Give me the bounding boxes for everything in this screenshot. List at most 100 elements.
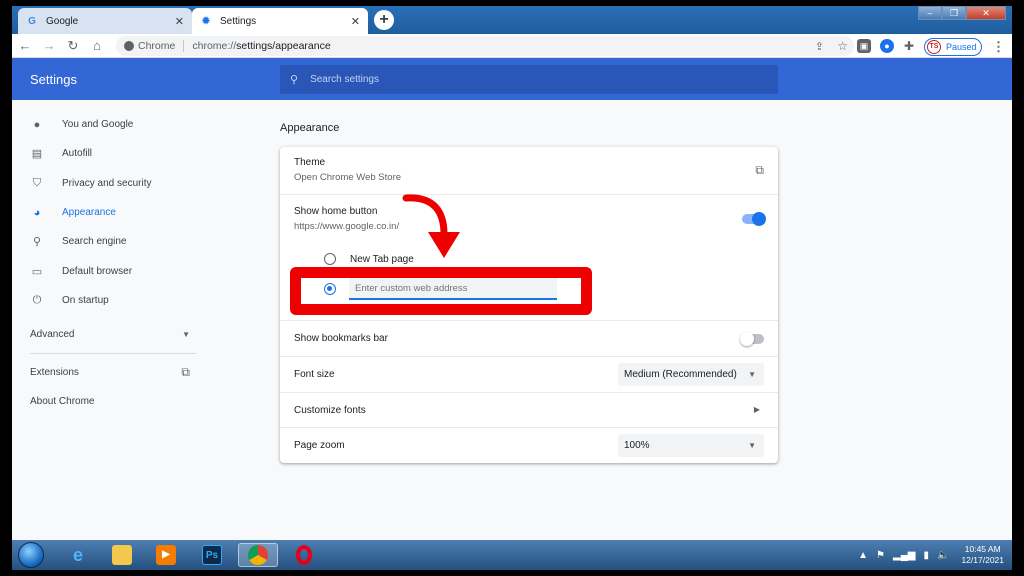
opera-icon[interactable] — [284, 543, 324, 567]
sidebar-item-autofill[interactable]: ▤ Autofill — [12, 139, 202, 168]
bookmarks-bar-row[interactable]: Show bookmarks bar — [280, 320, 778, 356]
sidebar-item-label: Default browser — [62, 265, 133, 277]
home-icon[interactable]: ⌂ — [86, 35, 108, 57]
customize-fonts-row[interactable]: Customize fonts ▶ — [280, 392, 778, 427]
clock[interactable]: 10:45 AM 12/17/2021 — [961, 544, 1004, 566]
sidebar-item-privacy[interactable]: ⛉ Privacy and security — [12, 169, 202, 198]
settings-header: Settings ⚲ Search settings — [12, 58, 1012, 100]
sidebar-item-search-engine[interactable]: ⚲ Search engine — [12, 227, 202, 256]
tab-settings[interactable]: ✹ Settings ✕ — [192, 8, 368, 34]
advanced-toggle[interactable]: Advanced ▼ — [12, 319, 202, 349]
back-arrow-icon[interactable]: ← — [14, 35, 36, 57]
search-icon: ⚲ — [32, 236, 42, 249]
photoshop-icon[interactable]: Ps — [192, 543, 232, 567]
chrome-logo-icon — [124, 41, 134, 51]
clipboard-icon: ▤ — [31, 148, 43, 161]
profile-status: Paused — [946, 42, 977, 52]
show-hidden-icons-icon[interactable]: ▲ — [858, 550, 868, 561]
power-icon: ⏻ — [32, 293, 42, 306]
url-text: chrome://settings/appearance — [192, 40, 331, 52]
theme-row[interactable]: Theme Open Chrome Web Store ⧉ — [280, 147, 778, 194]
kebab-menu-icon[interactable]: ⋮ — [992, 39, 1005, 55]
close-icon[interactable]: ✕ — [175, 15, 184, 28]
caret-down-icon: ▼ — [748, 441, 756, 450]
share-icon[interactable]: ⇪ — [815, 40, 824, 53]
customize-fonts-label: Customize fonts — [294, 405, 366, 416]
folder-icon[interactable] — [102, 543, 142, 567]
chevron-right-icon: ▶ — [753, 405, 760, 414]
sidebar-item-on-startup[interactable]: ⏻ On startup — [12, 286, 202, 315]
theme-label: Theme — [294, 157, 326, 168]
battery-icon[interactable]: ▮ — [923, 550, 929, 561]
home-button-toggle[interactable] — [742, 212, 766, 226]
internet-explorer-icon[interactable]: e — [58, 543, 98, 567]
settings-gear-icon: ✹ — [201, 15, 211, 27]
network-icon[interactable]: ▂▄▆ — [893, 550, 915, 561]
search-icon: ⚲ — [290, 74, 299, 86]
sidebar-item-label: Search engine — [62, 236, 127, 248]
page-title: Settings — [30, 72, 77, 87]
tab-google[interactable]: G Google ✕ — [18, 8, 192, 34]
forward-arrow-icon[interactable]: → — [38, 35, 60, 57]
about-chrome-link[interactable]: About Chrome — [12, 387, 202, 416]
window-close-button[interactable]: ✕ — [966, 6, 1006, 20]
profile-button[interactable]: TS Paused — [924, 38, 982, 56]
shield-icon: ⛉ — [32, 176, 42, 189]
bookmark-star-icon[interactable]: ☆ — [837, 39, 848, 53]
sidebar-item-default-browser[interactable]: ▭ Default browser — [12, 256, 202, 285]
media-player-icon[interactable]: ▶ — [146, 543, 186, 567]
new-tab-button[interactable]: + — [374, 10, 394, 30]
palette-icon: ◕ — [33, 206, 41, 219]
browser-toolbar: ← → ↻ ⌂ Chrome chrome://settings/appeara… — [12, 34, 1012, 58]
windows-taskbar: e ▶ Ps ▲ ⚑ ▂▄▆ ▮ 🔈 10:45 AM 12/17/2021 — [12, 540, 1012, 570]
sidebar-item-you-and-google[interactable]: ● You and Google — [12, 110, 202, 139]
reload-icon[interactable]: ↻ — [62, 35, 84, 57]
volume-icon[interactable]: 🔈 — [937, 550, 949, 561]
caret-down-icon: ▼ — [748, 370, 756, 379]
tab-title: Google — [46, 15, 79, 27]
address-bar[interactable]: Chrome chrome://settings/appearance ⇪ ☆ — [116, 36, 854, 56]
caret-down-icon: ▼ — [182, 329, 190, 339]
sidebar-item-label: Appearance — [62, 207, 116, 219]
extensions-link[interactable]: Extensions ⧉ — [12, 358, 202, 387]
font-size-row: Font size Medium (Recommended) ▼ — [280, 356, 778, 392]
sidebar-item-appearance[interactable]: ◕ Appearance — [12, 198, 202, 227]
search-input[interactable]: ⚲ Search settings — [280, 65, 778, 94]
section-title: Appearance — [280, 122, 340, 134]
close-icon[interactable]: ✕ — [351, 15, 360, 28]
page-zoom-value: 100% — [624, 440, 650, 451]
window-controls: – ❐ ✕ — [918, 6, 1006, 20]
browser-window-icon: ▭ — [31, 265, 43, 278]
sidebar-item-label: On startup — [62, 294, 109, 306]
extension-screenshot-icon[interactable]: ▣ — [857, 39, 871, 53]
external-link-icon[interactable]: ⧉ — [755, 163, 764, 178]
extensions-puzzle-icon[interactable]: ✚ — [902, 39, 916, 53]
person-icon: ● — [33, 118, 41, 131]
bookmarks-bar-toggle[interactable] — [740, 332, 764, 346]
home-button-label: Show home button — [294, 206, 378, 217]
site-label: Chrome — [138, 40, 176, 52]
clock-date: 12/17/2021 — [961, 555, 1004, 565]
extensions-label: Extensions — [30, 367, 79, 379]
maximize-button[interactable]: ❐ — [942, 6, 966, 20]
about-label: About Chrome — [30, 396, 95, 408]
red-arrow-icon — [402, 194, 460, 258]
new-tab-radio[interactable] — [324, 253, 336, 265]
sidebar-item-label: Autofill — [62, 148, 93, 160]
font-size-select[interactable]: Medium (Recommended) ▼ — [618, 363, 764, 386]
search-placeholder: Search settings — [310, 74, 379, 85]
google-g-icon: G — [28, 15, 36, 27]
avatar: TS — [927, 40, 941, 54]
page-zoom-select[interactable]: 100% ▼ — [618, 434, 764, 457]
tab-strip: G Google ✕ ✹ Settings ✕ + – ❐ ✕ — [12, 6, 1012, 34]
custom-web-address-input[interactable] — [349, 278, 557, 300]
start-button[interactable] — [18, 542, 44, 568]
flag-icon[interactable]: ⚑ — [876, 550, 885, 561]
extension-blue-icon[interactable]: ● — [880, 39, 894, 53]
divider — [30, 353, 196, 355]
minimize-button[interactable]: – — [918, 6, 942, 20]
bookmarks-bar-label: Show bookmarks bar — [294, 333, 388, 344]
home-button-url: https://www.google.co.in/ — [294, 221, 400, 232]
divider — [183, 40, 185, 52]
chrome-icon[interactable] — [238, 543, 278, 567]
